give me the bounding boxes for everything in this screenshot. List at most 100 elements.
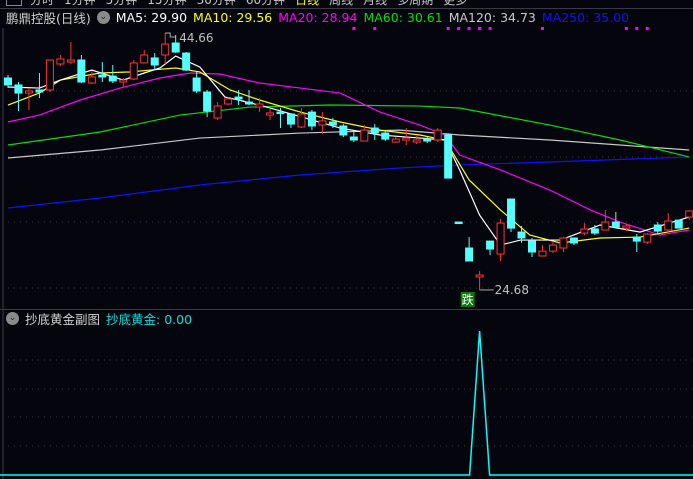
- sub-indicator-line: [0, 330, 693, 476]
- tab-7[interactable]: 周线: [329, 0, 353, 8]
- candle-body: [674, 219, 683, 229]
- candle-body: [653, 224, 662, 232]
- ma-legend-ma10: MA10: 29.56: [193, 9, 273, 25]
- candle-body: [412, 139, 421, 143]
- signal-dot: [478, 27, 482, 30]
- candle-body: [360, 129, 369, 142]
- candle-body: [66, 59, 75, 63]
- candle-body: [24, 90, 33, 94]
- ma-legend: MA5: 29.90 MA10: 29.56 MA20: 28.94 MA60: 30…: [116, 10, 629, 25]
- candle-body: [87, 76, 96, 84]
- sub-chart-title: 抄底黄金副图: [25, 311, 101, 327]
- candle-body: [108, 75, 117, 82]
- tab-10[interactable]: 更多: [443, 0, 467, 8]
- candle-body: [213, 105, 222, 119]
- signal-dot: [540, 27, 544, 30]
- candle-body: [402, 137, 411, 141]
- ma-line-ma20: [7, 72, 690, 236]
- candle-body: [255, 103, 264, 108]
- candle-body: [433, 129, 442, 141]
- candle-body: [475, 274, 484, 278]
- candle-body: [150, 57, 159, 66]
- candle-body: [465, 247, 474, 262]
- tab-2[interactable]: 5分钟: [106, 0, 138, 8]
- candle-body: [339, 125, 348, 136]
- sub-chart-header: ⌄ 抄底黄金副图 抄底黄金: 0.00: [6, 309, 192, 327]
- chevron-down-icon[interactable]: ⌄: [6, 311, 19, 325]
- candle-body: [45, 59, 54, 91]
- candle-body: [129, 62, 138, 80]
- candle-body: [234, 96, 243, 100]
- candle-body: [632, 236, 641, 242]
- candle-body: [548, 244, 557, 252]
- signal-dot: [624, 27, 628, 30]
- candle-body: [276, 111, 285, 115]
- candle-body: [569, 237, 578, 244]
- high-price-label: 44.66: [179, 31, 213, 45]
- menu-box-icon[interactable]: [6, 0, 22, 6]
- candle-body: [580, 228, 589, 234]
- candle-body: [266, 112, 274, 116]
- candle-body: [370, 127, 379, 134]
- kline-chart[interactable]: 44.66 24.68 跌: [0, 0, 693, 479]
- signal-dot: [373, 27, 377, 30]
- candle-body: [496, 222, 505, 255]
- candle-body: [486, 240, 495, 250]
- candle-body: [35, 89, 44, 93]
- chevron-down-icon[interactable]: ⌄: [96, 10, 110, 24]
- candle-body: [307, 111, 316, 127]
- ma-line-ma5: [7, 55, 690, 246]
- candle-body: [611, 221, 620, 228]
- tab-5[interactable]: 60分钟: [246, 0, 285, 8]
- low-price-label: 24.68: [495, 283, 529, 297]
- tab-8[interactable]: 月线: [363, 0, 387, 8]
- signal-dot: [467, 27, 471, 30]
- candle-body: [601, 221, 610, 231]
- period-tabs: 分时 1分钟 5分钟 15分钟 30分钟 60分钟 日线 周线 月线 多周期 更多: [0, 0, 693, 8]
- ma-line-ma250: [7, 156, 690, 209]
- signal-dot: [457, 27, 461, 30]
- candle-body: [224, 98, 233, 105]
- candle-body: [643, 233, 652, 243]
- candle-body: [318, 120, 327, 126]
- ma-legend-ma20: MA20: 28.94: [278, 9, 358, 25]
- tab-6[interactable]: 日线: [295, 0, 319, 8]
- candle-body: [328, 121, 337, 126]
- ma-legend-ma120: MA120: 34.73: [448, 9, 536, 25]
- fall-badge-label: 跌: [462, 292, 474, 307]
- candle-body: [192, 77, 201, 92]
- main-chart-header: 鹏鼎控股(日线) ⌄ MA5: 29.90 MA10: 29.56 MA20: 28…: [6, 8, 629, 26]
- candle-body: [286, 113, 295, 125]
- ma-line-ma10: [7, 67, 690, 244]
- candle-body: [171, 42, 180, 53]
- candle-body: [182, 52, 191, 71]
- signal-dot: [645, 27, 649, 30]
- candle-body: [559, 237, 568, 249]
- candle-body: [14, 84, 23, 94]
- ma-line-ma120: [7, 129, 690, 159]
- candle-body: [528, 240, 536, 253]
- signal-dot: [446, 27, 450, 30]
- signal-dot: [488, 27, 492, 30]
- candle-body: [622, 225, 631, 229]
- stock-title: 鹏鼎控股(日线): [6, 10, 91, 26]
- candle-body: [203, 91, 212, 112]
- candle-body: [245, 101, 254, 105]
- candle-body: [161, 43, 170, 56]
- candle-body: [423, 138, 432, 142]
- candle-body: [391, 138, 400, 143]
- ma-legend-ma5: MA5: 29.90: [115, 9, 188, 25]
- candle-body: [349, 136, 358, 141]
- signal-dot: [635, 27, 639, 30]
- candle-body: [381, 132, 390, 140]
- candle-body: [77, 59, 86, 83]
- signal-dot: [352, 27, 356, 30]
- candle-body: [444, 134, 453, 179]
- tab-4[interactable]: 30分钟: [197, 0, 236, 8]
- candle-body: [98, 74, 107, 78]
- tab-3[interactable]: 15分钟: [147, 0, 186, 8]
- tab-9[interactable]: 多周期: [397, 0, 433, 8]
- candle-body: [140, 54, 149, 64]
- candle-body: [517, 231, 526, 239]
- candle-body: [538, 250, 547, 257]
